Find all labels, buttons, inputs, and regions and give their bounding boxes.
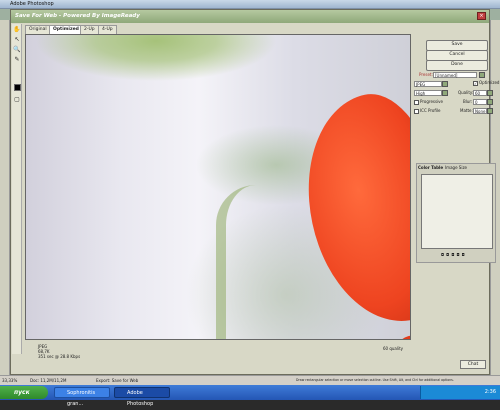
blur-slider-icon[interactable] xyxy=(487,99,493,105)
photoshop-title-bar: Adobe Photoshop xyxy=(0,0,500,9)
hand-tool-icon[interactable]: ✋ xyxy=(13,26,21,34)
progressive-checkbox[interactable] xyxy=(414,100,419,105)
flower-petal xyxy=(288,83,410,337)
zoom-tool-icon[interactable]: 🔍 xyxy=(13,46,21,54)
quality-label: Quality: xyxy=(458,90,474,95)
start-button[interactable]: пуск xyxy=(0,386,48,399)
color-panel-tabs: Color Table Image Size xyxy=(417,164,495,172)
tab-optimized[interactable]: Optimized xyxy=(49,25,83,34)
progressive-label: Progressive xyxy=(420,99,444,104)
tab-4up[interactable]: 4-Up xyxy=(98,25,117,34)
done-button[interactable]: Done xyxy=(426,60,488,71)
optimized-checkbox[interactable]: ✓ xyxy=(473,81,478,86)
photoshop-toolbox-strip xyxy=(0,20,10,380)
slice-visibility-icon[interactable]: ▢ xyxy=(13,96,21,104)
flower-petal-lower xyxy=(396,335,410,339)
color-table-tool-icons[interactable]: ◘◘◘◘◘ xyxy=(441,252,467,258)
matte-label: Matte: xyxy=(460,108,473,113)
quality-slider-icon[interactable] xyxy=(487,90,493,96)
taskbar-item-photoshop[interactable]: Adobe Photoshop xyxy=(114,387,170,407)
document-zoom[interactable]: 33,33% xyxy=(2,376,17,385)
image-preview[interactable] xyxy=(25,34,411,340)
tab-image-size[interactable]: Image Size xyxy=(445,165,467,171)
system-tray: 2:36 xyxy=(420,386,500,399)
save-for-web-dialog: Save For Web - Powered By ImageReady × ✋… xyxy=(10,9,499,386)
preset-label: Preset: xyxy=(419,72,433,77)
format-select[interactable]: JPEG xyxy=(414,81,442,87)
preset-select[interactable]: [Unnamed] xyxy=(433,72,477,78)
dialog-tool-column: ✋ ↖ 🔍 ✎ ▢ xyxy=(12,24,22,354)
flower-stem xyxy=(216,185,256,339)
optimized-label: Optimized xyxy=(479,80,500,85)
taskbar-item-sophronitis[interactable]: Sophronitis gran... xyxy=(54,387,110,407)
blur-label: Blur: xyxy=(463,99,473,104)
eyedropper-color-swatch[interactable] xyxy=(14,84,21,91)
preview-download-time: 351 sec @ 28.8 Kbps xyxy=(38,354,81,359)
icc-profile-checkbox[interactable] xyxy=(414,109,419,114)
blur-field[interactable]: 0 xyxy=(473,99,487,105)
tool-hint: Draw rectangular selection or move selec… xyxy=(296,378,454,382)
chat-button[interactable]: Chat xyxy=(460,360,486,369)
color-table-panel: Color Table Image Size ◘◘◘◘◘ xyxy=(416,163,496,263)
preview-quality: 60 quality xyxy=(382,346,403,351)
view-tabs: Original Optimized 2-Up 4-Up xyxy=(23,24,411,34)
doc-size: Doc: 11,2M/11,2M xyxy=(30,378,67,383)
quality-level-select[interactable]: High xyxy=(414,90,442,96)
quality-level-dropdown-icon[interactable] xyxy=(442,90,448,96)
current-operation: Export: Save for Web xyxy=(96,378,139,383)
preview-info-bar: JPEG 68,7K 351 sec @ 28.8 Kbps 60 qualit… xyxy=(25,341,411,367)
icc-profile-label: ICC Profile xyxy=(420,108,441,113)
color-table-grid[interactable] xyxy=(421,174,493,249)
close-icon[interactable]: × xyxy=(477,12,486,20)
optimization-panel: Save Cancel Done Preset: [Unnamed] JPEG … xyxy=(411,33,500,386)
tab-original[interactable]: Original xyxy=(25,25,51,34)
matte-dropdown-icon[interactable] xyxy=(487,108,493,114)
dialog-title: Save For Web - Powered By ImageReady xyxy=(15,13,140,19)
preset-menu-icon[interactable] xyxy=(479,72,485,78)
eyedropper-icon[interactable]: ✎ xyxy=(13,56,21,64)
clock[interactable]: 2:36 xyxy=(485,389,496,395)
slice-select-icon[interactable]: ↖ xyxy=(13,36,21,44)
format-dropdown-icon[interactable] xyxy=(442,81,448,87)
matte-select[interactable]: None xyxy=(473,108,487,114)
dialog-title-bar: Save For Web - Powered By ImageReady xyxy=(11,10,489,23)
quality-field[interactable]: 60 xyxy=(473,90,487,96)
tab-2up[interactable]: 2-Up xyxy=(80,25,99,34)
photoshop-status-bar: 33,33% Doc: 11,2M/11,2M Export: Save for… xyxy=(0,375,500,385)
app-title: Adobe Photoshop xyxy=(10,1,54,7)
tab-color-table[interactable]: Color Table xyxy=(418,165,443,171)
